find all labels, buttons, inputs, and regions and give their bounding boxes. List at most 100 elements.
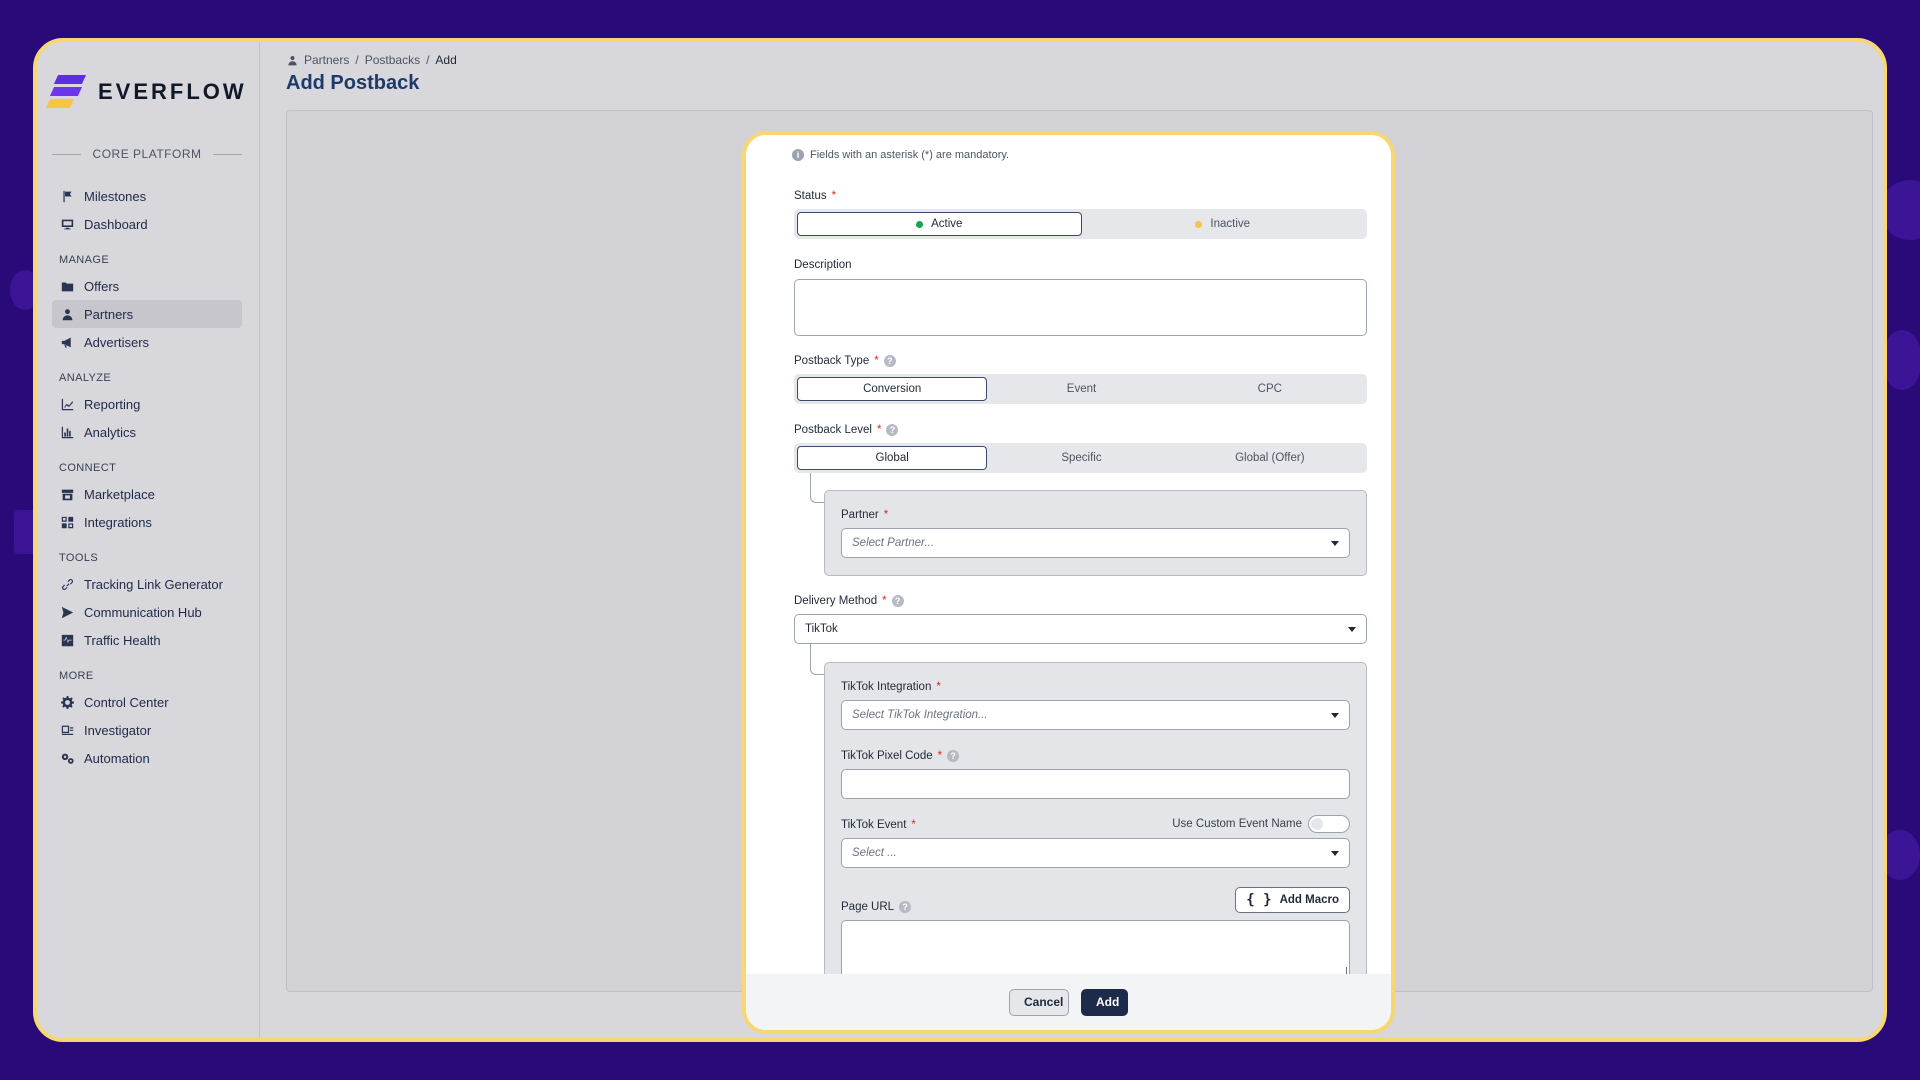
link-icon xyxy=(60,577,74,591)
add-button[interactable]: Add xyxy=(1081,988,1128,1016)
status-label: Status * xyxy=(794,190,837,202)
sidebar-item-marketplace[interactable]: Marketplace xyxy=(52,480,242,508)
nav-heading-tools: TOOLS xyxy=(59,552,99,564)
sidebar-item-communication-hub[interactable]: Communication Hub xyxy=(52,598,242,626)
sidebar-item-partners[interactable]: Partners xyxy=(52,300,242,328)
tiktok-pixel-code-input[interactable] xyxy=(841,769,1350,799)
tiktok-panel: TikTok Integration * Select TikTok Integr… xyxy=(824,662,1367,974)
status-option-inactive[interactable]: Inactive xyxy=(1082,212,1365,236)
tiktok-event-select[interactable]: Select ... xyxy=(841,838,1350,868)
postback-level-label: Postback Level * ? xyxy=(794,424,899,436)
chevron-down-icon xyxy=(1331,850,1339,856)
investigator-icon xyxy=(60,723,74,737)
sidebar-item-advertisers[interactable]: Advertisers xyxy=(52,328,242,356)
sidebar-item-analytics[interactable]: Analytics xyxy=(52,418,242,446)
delivery-method-label: Delivery Method * ? xyxy=(794,595,904,607)
add-macro-button[interactable]: { } Add Macro xyxy=(1235,887,1350,913)
send-icon xyxy=(60,605,74,619)
sidebar-item-dashboard[interactable]: Dashboard xyxy=(52,210,242,238)
partner-label: Partner * xyxy=(841,509,889,521)
help-icon[interactable]: ? xyxy=(883,355,896,367)
chevron-down-icon xyxy=(1331,712,1339,718)
delivery-method-select[interactable]: TikTok xyxy=(794,614,1367,644)
sidebar-item-milestones[interactable]: Milestones xyxy=(52,182,242,210)
brand-logo[interactable]: EVERFLOW xyxy=(45,75,247,109)
description-label: Description xyxy=(794,259,852,271)
chevron-down-icon xyxy=(1348,626,1356,632)
nav-heading-manage: MANAGE xyxy=(59,254,110,266)
gear-icon xyxy=(60,695,74,709)
postback-type-cpc[interactable]: CPC xyxy=(1176,377,1364,401)
breadcrumb-postbacks[interactable]: Postbacks xyxy=(365,53,420,67)
postback-level-toggle: Global Specific Global (Offer) xyxy=(794,443,1367,473)
help-icon[interactable]: ? xyxy=(886,424,899,436)
store-icon xyxy=(60,487,74,501)
tiktok-event-label: TikTok Event * xyxy=(841,819,916,831)
sidebar-item-integrations[interactable]: Integrations xyxy=(52,508,242,536)
monitor-icon xyxy=(60,217,74,231)
help-icon[interactable]: ? xyxy=(891,595,904,607)
sidebar-item-offers[interactable]: Offers xyxy=(52,272,242,300)
megaphone-icon xyxy=(60,335,74,349)
page-url-label: Page URL ? xyxy=(841,901,912,913)
page-url-textarea[interactable] xyxy=(841,920,1350,974)
tiktok-integration-label: TikTok Integration * xyxy=(841,681,941,693)
postback-type-event[interactable]: Event xyxy=(987,377,1175,401)
breadcrumb-partners[interactable]: Partners xyxy=(304,53,349,67)
status-toggle: Active Inactive xyxy=(794,209,1367,239)
heartbeat-icon xyxy=(60,633,74,647)
nav-heading-more: MORE xyxy=(59,670,94,682)
partner-select[interactable]: Select Partner... xyxy=(841,528,1350,558)
tiktok-pixel-code-label: TikTok Pixel Code * ? xyxy=(841,750,960,762)
sidebar-item-reporting[interactable]: Reporting xyxy=(52,390,242,418)
sidebar-item-investigator[interactable]: Investigator xyxy=(52,716,242,744)
brand-name: EVERFLOW xyxy=(98,79,247,104)
custom-event-toggle-group: Use Custom Event Name xyxy=(1172,815,1350,833)
integrations-icon xyxy=(60,515,74,529)
nav-heading-analyze: ANALYZE xyxy=(59,372,112,384)
breadcrumb: Partners / Postbacks / Add xyxy=(287,53,457,67)
help-icon[interactable]: ? xyxy=(899,901,912,913)
resize-handle-icon[interactable] xyxy=(1339,967,1347,974)
help-icon[interactable]: ? xyxy=(947,750,960,762)
mandatory-note: i Fields with an asterisk (*) are mandat… xyxy=(792,149,1009,161)
info-icon: i xyxy=(792,149,804,161)
add-postback-modal: i Fields with an asterisk (*) are mandat… xyxy=(742,131,1395,1034)
chart-bar-icon xyxy=(60,425,74,439)
folder-icon xyxy=(60,279,74,293)
sidebar-nav: Milestones Dashboard MANAGE Offers Partn… xyxy=(52,182,242,772)
sidebar-item-tracking-link-generator[interactable]: Tracking Link Generator xyxy=(52,570,242,598)
nav-heading-connect: CONNECT xyxy=(59,462,117,474)
everflow-logo-icon xyxy=(45,75,87,109)
sidebar-item-control-center[interactable]: Control Center xyxy=(52,688,242,716)
chart-line-icon xyxy=(60,397,74,411)
description-textarea[interactable] xyxy=(794,279,1367,336)
chevron-down-icon xyxy=(1331,540,1339,546)
postback-type-label: Postback Type * ? xyxy=(794,355,896,367)
platform-label: CORE PLATFORM xyxy=(52,147,243,161)
modal-body: i Fields with an asterisk (*) are mandat… xyxy=(746,135,1391,974)
user-icon xyxy=(288,55,297,65)
sidebar: EVERFLOW CORE PLATFORM Milestones Dashbo… xyxy=(37,42,260,1038)
inactive-status-dot xyxy=(1195,220,1203,228)
tiktok-integration-select[interactable]: Select TikTok Integration... xyxy=(841,700,1350,730)
sidebar-item-traffic-health[interactable]: Traffic Health xyxy=(52,626,242,654)
postback-type-toggle: Conversion Event CPC xyxy=(794,374,1367,404)
cancel-button[interactable]: Cancel xyxy=(1009,988,1069,1016)
partner-panel: Partner * Select Partner... xyxy=(824,490,1367,576)
user-icon xyxy=(60,307,74,321)
postback-level-global[interactable]: Global xyxy=(797,446,988,470)
postback-level-global-offer[interactable]: Global (Offer) xyxy=(1176,446,1364,470)
status-option-active[interactable]: Active xyxy=(797,212,1082,236)
braces-icon: { } xyxy=(1246,892,1272,908)
flag-icon xyxy=(60,189,74,203)
connector-line xyxy=(810,644,824,675)
postback-type-conversion[interactable]: Conversion xyxy=(797,377,988,401)
postback-level-specific[interactable]: Specific xyxy=(987,446,1175,470)
modal-footer: Cancel Add xyxy=(746,974,1391,1030)
active-status-dot xyxy=(916,220,924,228)
page-title: Add Postback xyxy=(286,72,420,94)
custom-event-toggle[interactable] xyxy=(1308,815,1350,833)
sidebar-item-automation[interactable]: Automation xyxy=(52,744,242,772)
connector-line xyxy=(810,473,824,503)
